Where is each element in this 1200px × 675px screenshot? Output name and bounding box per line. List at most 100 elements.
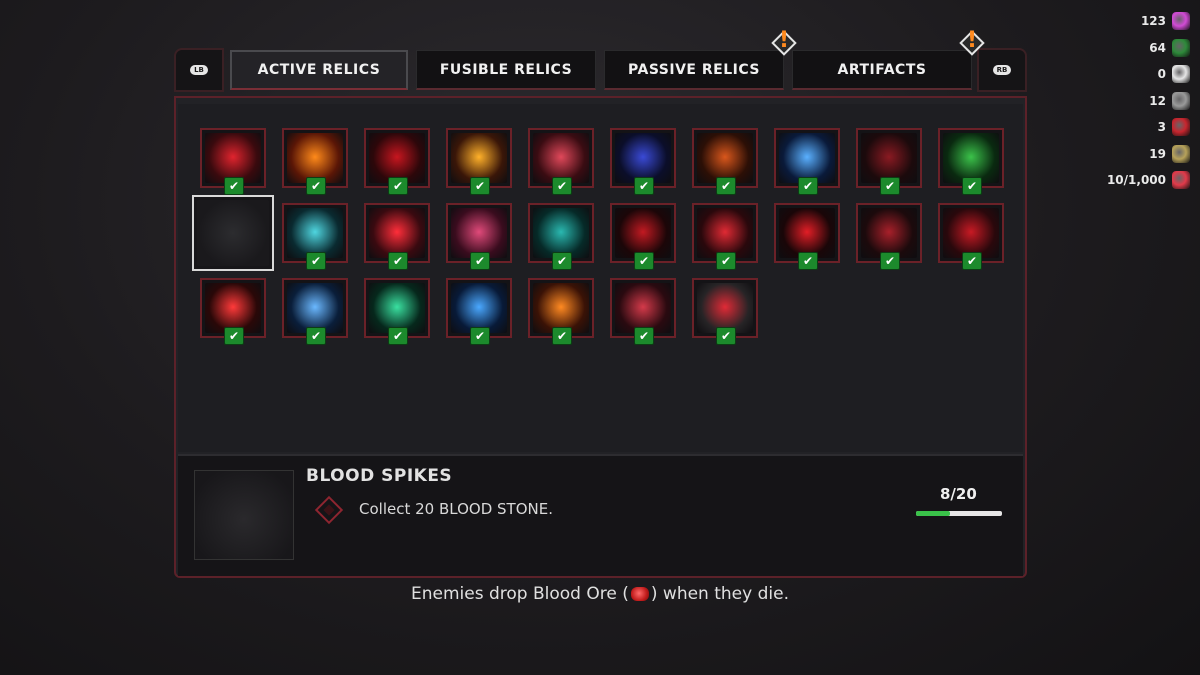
quest-text: Collect 20 BLOOD STONE.: [359, 500, 553, 518]
relic-slot[interactable]: ✔: [282, 128, 348, 195]
unlocked-check-icon: ✔: [470, 252, 490, 270]
unlocked-check-icon: ✔: [388, 327, 408, 345]
ice-shard-icon: [287, 283, 343, 333]
relic-slot[interactable]: ✔: [938, 128, 1004, 195]
unlocked-check-icon: ✔: [880, 252, 900, 270]
ice-spirit-icon: [287, 208, 343, 258]
relic-tab-bar: LB RB ACTIVE RELICS FUSIBLE RELICS PASSIVE…: [174, 28, 1027, 92]
relic-slot[interactable]: ✔: [610, 128, 676, 195]
currency-value: 10/1,000: [1106, 173, 1166, 188]
red-lightning-icon: [369, 208, 425, 258]
unlocked-check-icon: ✔: [962, 177, 982, 195]
unlocked-check-icon: ✔: [552, 177, 572, 195]
cog-gold-icon: [1172, 144, 1190, 163]
blood-flower-icon: [451, 208, 507, 258]
currency-value: 0: [1157, 67, 1166, 82]
tab-artifacts[interactable]: ARTIFACTS: [792, 50, 972, 90]
selected-relic-icon: [194, 470, 294, 560]
relic-slot[interactable]: ✔: [282, 278, 348, 345]
unlocked-check-icon: ✔: [634, 177, 654, 195]
fire-burst-icon: [287, 133, 343, 183]
relic-slot[interactable]: ✔: [528, 128, 594, 195]
unlocked-check-icon: ✔: [552, 252, 572, 270]
dice-icon: [1172, 65, 1190, 84]
relic-slot[interactable]: ✔: [856, 203, 922, 270]
tab-label: PASSIVE RELICS: [628, 61, 760, 78]
left-bumper-button[interactable]: LB: [174, 48, 224, 92]
relic-slot[interactable]: ✔: [446, 203, 512, 270]
flaming-wolf-icon: [697, 133, 753, 183]
tab-passive-relics[interactable]: PASSIVE RELICS: [604, 50, 784, 90]
unlocked-check-icon: ✔: [634, 327, 654, 345]
relic-slot[interactable]: ✔: [774, 203, 840, 270]
empty-slot-icon: [197, 200, 269, 266]
relic-slot[interactable]: ✔: [528, 203, 594, 270]
blood-whip-icon: [697, 208, 753, 258]
relic-slot[interactable]: ✔: [282, 203, 348, 270]
currency-value: 19: [1149, 146, 1166, 161]
relic-slot[interactable]: ✔: [938, 203, 1004, 270]
relic-slot[interactable]: ✔: [446, 278, 512, 345]
hint-after: ) when they die.: [650, 584, 789, 604]
currency-value: 12: [1149, 93, 1166, 108]
unlocked-check-icon: ✔: [224, 327, 244, 345]
currency-value: 123: [1140, 14, 1166, 29]
relic-slot[interactable]: ✔: [200, 278, 266, 345]
green-beast-icon: [943, 133, 999, 183]
unlocked-check-icon: ✔: [634, 252, 654, 270]
relic-slot[interactable]: ✔: [610, 278, 676, 345]
currency-row: 12: [1080, 88, 1190, 115]
relic-slot[interactable]: ✔: [692, 278, 758, 345]
red-vortex-icon: [369, 133, 425, 183]
relic-slot[interactable]: ✔: [692, 203, 758, 270]
unlocked-check-icon: ✔: [388, 177, 408, 195]
unlocked-check-icon: ✔: [306, 177, 326, 195]
relic-slot[interactable]: ✔: [528, 278, 594, 345]
dark-ring-icon: [615, 133, 671, 183]
ice-sword-icon: [779, 133, 835, 183]
relic-slot[interactable]: [192, 195, 274, 271]
green-spirit-icon: [369, 283, 425, 333]
unlocked-check-icon: ✔: [470, 327, 490, 345]
progress-bar: [916, 511, 1002, 516]
currency-row: 64: [1080, 35, 1190, 62]
relic-panel: ✔ ✔ ✔ ✔ ✔ ✔ ✔ ✔ ✔ ✔ ✔ ✔ ✔ ✔ ✔ ✔ ✔ ✔ ✔ ✔ ✔ ✔ ✔ ✔ ✔ ✔ BLOOD SPIKES …: [174, 96, 1027, 578]
currency-value: 3: [1157, 120, 1166, 135]
tab-label: ACTIVE RELICS: [257, 62, 381, 78]
relic-slot[interactable]: ✔: [856, 128, 922, 195]
quest-diamond-icon: [314, 495, 344, 525]
fire-crescent-icon: [451, 133, 507, 183]
relic-slot[interactable]: ✔: [774, 128, 840, 195]
blood-ore-icon: [1172, 171, 1190, 190]
relic-slot[interactable]: ✔: [200, 128, 266, 195]
tab-label: FUSIBLE RELICS: [439, 61, 573, 78]
relic-detail: BLOOD SPIKES Collect 20 BLOOD STONE. 8/2…: [178, 454, 1023, 576]
unlocked-check-icon: ✔: [716, 252, 736, 270]
progress-text: 8/20: [940, 485, 977, 503]
crimson-scythe-icon: [943, 208, 999, 258]
tab-fusible-relics[interactable]: FUSIBLE RELICS: [416, 50, 596, 90]
relic-slot[interactable]: ✔: [446, 128, 512, 195]
unlocked-check-icon: ✔: [880, 177, 900, 195]
red-eye-beam-icon: [697, 283, 753, 333]
unlocked-check-icon: ✔: [470, 177, 490, 195]
relic-slot[interactable]: ✔: [610, 203, 676, 270]
red-claw-slash-icon: [205, 283, 261, 333]
relic-grid: ✔ ✔ ✔ ✔ ✔ ✔ ✔ ✔ ✔ ✔ ✔ ✔ ✔ ✔ ✔ ✔ ✔ ✔ ✔ ✔ ✔ ✔ ✔ ✔ ✔ ✔: [178, 104, 1023, 452]
blood-ore-icon: [630, 587, 649, 601]
unlocked-check-icon: ✔: [798, 177, 818, 195]
relic-slot[interactable]: ✔: [364, 128, 430, 195]
currency-row: 123: [1080, 8, 1190, 35]
unlocked-check-icon: ✔: [552, 327, 572, 345]
relic-slot[interactable]: ✔: [364, 278, 430, 345]
progress-bar-fill: [916, 511, 951, 516]
alert-mark: !: [966, 28, 978, 53]
currency-row: 10/1,000: [1080, 167, 1190, 194]
lb-label: LB: [190, 65, 208, 75]
tab-label: ARTIFACTS: [837, 61, 927, 78]
relic-slot[interactable]: ✔: [364, 203, 430, 270]
flaming-skull-icon: [533, 283, 589, 333]
unlocked-check-icon: ✔: [388, 252, 408, 270]
relic-slot[interactable]: ✔: [692, 128, 758, 195]
tab-active-relics[interactable]: ACTIVE RELICS: [230, 50, 408, 90]
